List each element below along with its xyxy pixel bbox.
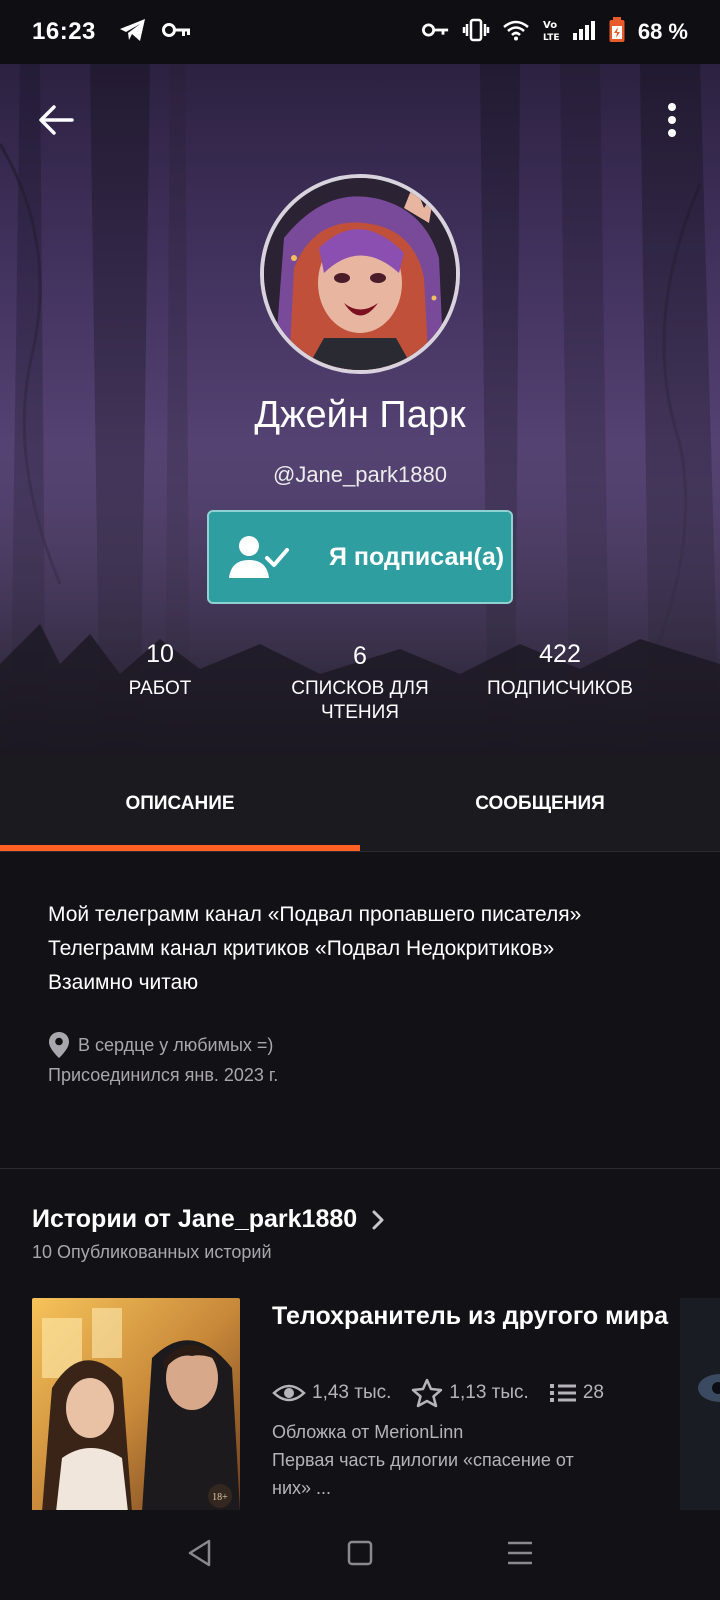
follow-button[interactable]: Я подписан(а) bbox=[207, 510, 513, 604]
stat-number: 422 bbox=[539, 640, 581, 668]
list-icon bbox=[549, 1384, 576, 1402]
nav-back-button[interactable] bbox=[185, 1538, 215, 1573]
next-cover-image bbox=[680, 1298, 720, 1512]
more-vertical-icon bbox=[668, 103, 676, 137]
story-summary-line1: Первая часть дилогии «спасение от bbox=[272, 1450, 574, 1470]
stat-label: РАБОТ bbox=[128, 678, 192, 699]
story-views: 1,43 тыс. bbox=[312, 1382, 392, 1403]
arrow-left-icon bbox=[39, 105, 74, 135]
location-pin-icon bbox=[49, 1032, 69, 1058]
square-home-icon bbox=[347, 1540, 373, 1565]
battery-percent: 68 % bbox=[637, 19, 688, 44]
stat-label-line2: ЧТЕНИЯ bbox=[320, 702, 400, 723]
tab-messages[interactable]: СООБЩЕНИЯ bbox=[360, 756, 720, 851]
chevron-right-icon bbox=[372, 1210, 384, 1229]
system-nav-bar bbox=[0, 1510, 720, 1600]
stat-label: ПОДПИСЧИКОВ bbox=[487, 678, 633, 699]
stories-title: Истории от Jane_park1880 bbox=[32, 1205, 358, 1233]
stat-works[interactable]: 10 РАБОТ bbox=[80, 640, 240, 701]
description-line: Мой телеграмм канал «Подвал пропавшего п… bbox=[48, 903, 582, 926]
signal-icon bbox=[572, 19, 596, 46]
status-time: 16:23 bbox=[32, 18, 96, 45]
tab-description[interactable]: ОПИСАНИЕ bbox=[0, 756, 360, 851]
story-cover-credit: Обложка от MerionLinn bbox=[272, 1422, 464, 1442]
nav-home-button[interactable] bbox=[346, 1539, 374, 1572]
story-summary-line2: них» ... bbox=[272, 1478, 332, 1498]
profile-tabs: ОПИСАНИЕ СООБЩЕНИЯ bbox=[0, 756, 720, 852]
location-text: В сердце у любимых =) bbox=[78, 1035, 274, 1055]
key-icon bbox=[161, 20, 192, 45]
follow-label: Я подписан(а) bbox=[329, 542, 505, 571]
description-line: Телеграмм канал критиков «Подвал Недокри… bbox=[48, 937, 555, 960]
volte-icon: Vo LTE bbox=[542, 18, 560, 47]
next-story-cover-peek[interactable] bbox=[680, 1298, 720, 1512]
stories-count: 10 Опубликованных историй bbox=[32, 1242, 272, 1262]
profile-name: Джейн Парк bbox=[254, 394, 466, 436]
star-icon bbox=[412, 1378, 443, 1408]
avatar[interactable] bbox=[260, 174, 460, 374]
stat-label-line1: СПИСКОВ ДЛЯ bbox=[291, 678, 429, 699]
vpn-key-icon bbox=[421, 20, 450, 45]
story-title[interactable]: Телохранитель из другого мира bbox=[272, 1300, 672, 1333]
profile-meta: В сердце у любимых =) Присоединился янв.… bbox=[48, 1030, 278, 1090]
stat-number: 10 bbox=[146, 640, 174, 668]
wifi-icon bbox=[502, 19, 530, 46]
stories-section-link[interactable]: Истории от Jane_park1880 bbox=[32, 1205, 385, 1234]
eye-icon bbox=[272, 1384, 306, 1402]
stat-reading-lists[interactable]: 6 СПИСКОВ ДЛЯ ЧТЕНИЯ bbox=[260, 642, 460, 725]
profile-handle: @Jane_park1880 bbox=[272, 462, 447, 487]
nav-recents-button[interactable] bbox=[505, 1540, 535, 1571]
svg-text:LTE: LTE bbox=[543, 33, 560, 42]
profile-description: Мой телеграмм канал «Подвал пропавшего п… bbox=[48, 898, 688, 1000]
story-parts: 28 bbox=[582, 1382, 604, 1403]
description-line: Взаимно читаю bbox=[48, 971, 199, 994]
triangle-back-icon bbox=[189, 1539, 211, 1566]
profile-header: Джейн Парк @Jane_park1880 Я подписан(а) … bbox=[0, 64, 720, 756]
story-stats: 1,43 тыс. 1,13 тыс. 28 bbox=[272, 1378, 624, 1408]
menu-recents-icon bbox=[507, 1541, 532, 1564]
stat-number: 6 bbox=[353, 642, 367, 670]
back-button[interactable] bbox=[32, 96, 80, 144]
more-options-button[interactable] bbox=[660, 100, 684, 140]
section-divider bbox=[0, 1168, 720, 1169]
svg-text:Vo: Vo bbox=[543, 20, 557, 31]
stat-followers[interactable]: 422 ПОДПИСЧИКОВ bbox=[470, 640, 650, 701]
story-description: Обложка от MerionLinn Первая часть дилог… bbox=[272, 1418, 672, 1502]
cover-age-badge: 18+ bbox=[212, 1492, 228, 1503]
avatar-image bbox=[264, 178, 456, 370]
story-cover[interactable]: 18+ bbox=[32, 1298, 240, 1512]
battery-icon bbox=[608, 16, 626, 49]
story-votes: 1,13 тыс. bbox=[449, 1382, 529, 1403]
vibrate-icon bbox=[462, 18, 490, 47]
user-check-icon bbox=[229, 536, 289, 578]
telegram-icon bbox=[118, 17, 148, 48]
status-bar: 16:23 Vo LTE 68 % bbox=[0, 0, 720, 64]
joined-text: Присоединился янв. 2023 г. bbox=[48, 1065, 279, 1085]
story-cover-image: 18+ bbox=[32, 1298, 240, 1512]
